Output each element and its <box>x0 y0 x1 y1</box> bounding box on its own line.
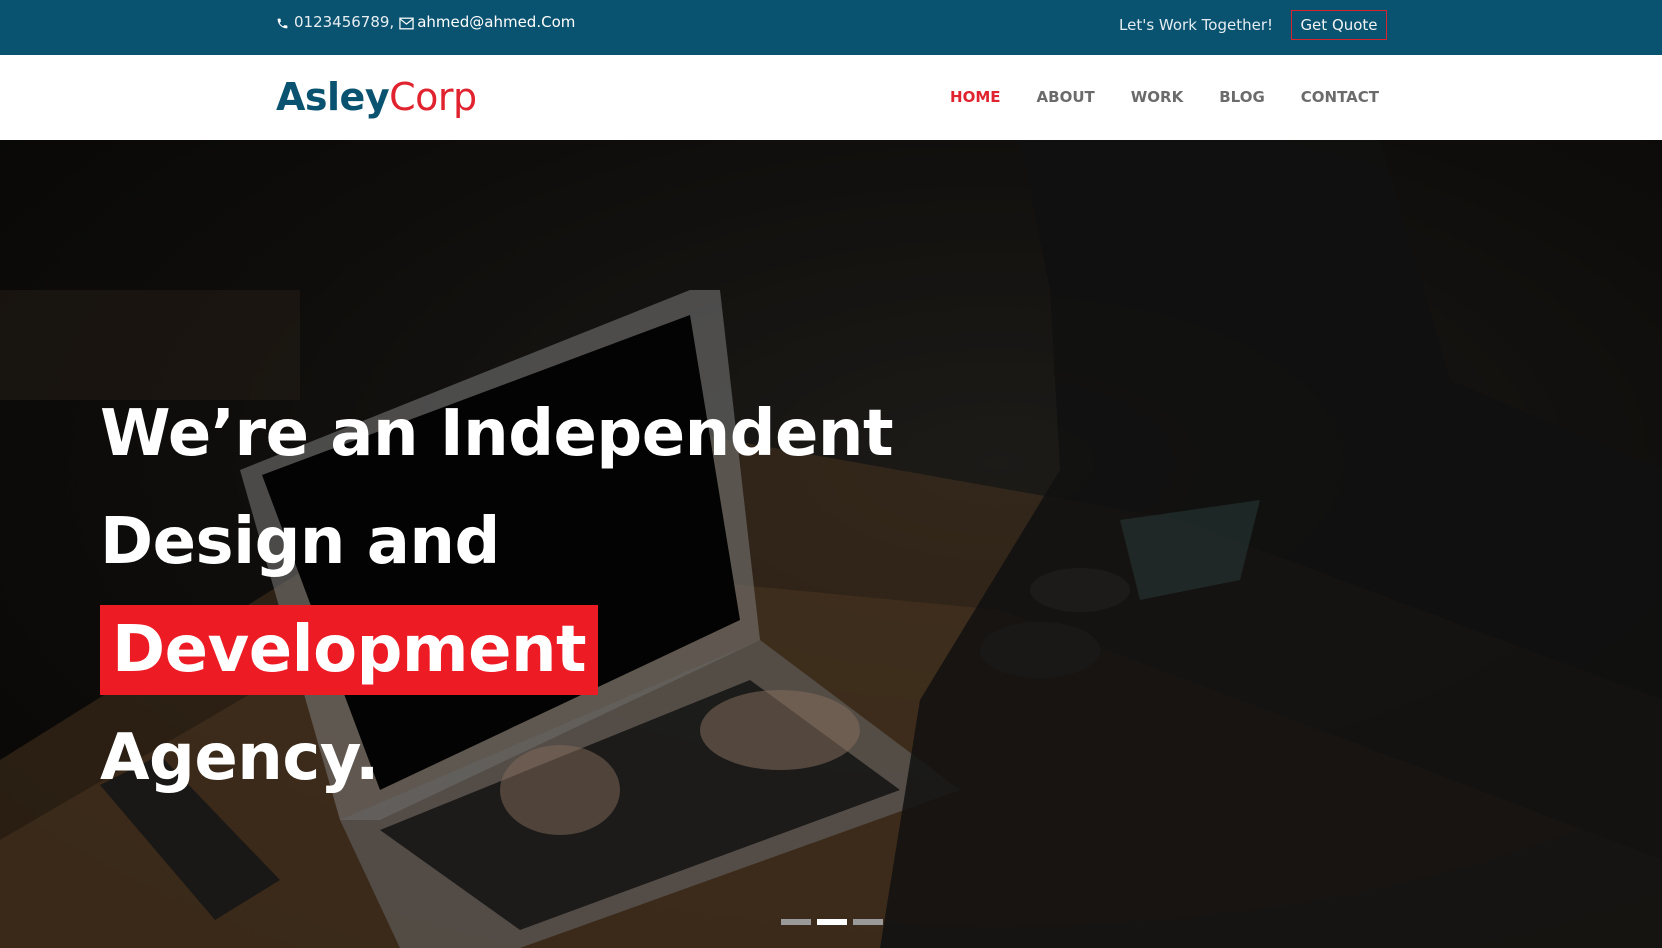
slider-pagination <box>781 919 883 925</box>
get-quote-button[interactable]: Get Quote <box>1291 10 1387 40</box>
headline-highlight: Development <box>100 605 599 695</box>
hero-slider: We’re an Independent Design and Developm… <box>0 140 1662 948</box>
headline-line-2-prefix: Design and <box>100 505 500 579</box>
logo-secondary: Corp <box>389 75 477 119</box>
mail-icon <box>399 16 414 29</box>
headline-line-3: Agency. <box>100 721 379 795</box>
site-header: AsleyCorp HOME ABOUT WORK BLOG CONTACT <box>0 55 1662 140</box>
main-nav: HOME ABOUT WORK BLOG CONTACT <box>950 88 1379 106</box>
slider-dot-1[interactable] <box>781 919 811 925</box>
tagline: Let's Work Together! <box>1119 16 1273 34</box>
nav-blog[interactable]: BLOG <box>1219 88 1265 106</box>
slider-dot-2[interactable] <box>817 919 847 925</box>
contact-info: 0123456789, ahmed@ahmed.Com <box>276 13 575 31</box>
nav-contact[interactable]: CONTACT <box>1301 88 1379 106</box>
top-contact-bar: 0123456789, ahmed@ahmed.Com Let's Work T… <box>0 0 1662 55</box>
slider-dot-3[interactable] <box>853 919 883 925</box>
hero-headline: We’re an Independent Design and Developm… <box>100 380 1000 812</box>
logo[interactable]: AsleyCorp <box>276 75 477 119</box>
phone-number: 0123456789, <box>294 13 395 31</box>
nav-about[interactable]: ABOUT <box>1037 88 1095 106</box>
logo-primary: Asley <box>276 75 390 119</box>
email-address[interactable]: ahmed@ahmed.Com <box>417 13 575 31</box>
nav-work[interactable]: WORK <box>1131 88 1183 106</box>
headline-line-1: We’re an Independent <box>100 397 894 471</box>
nav-home[interactable]: HOME <box>950 88 1000 106</box>
phone-icon <box>276 16 289 29</box>
